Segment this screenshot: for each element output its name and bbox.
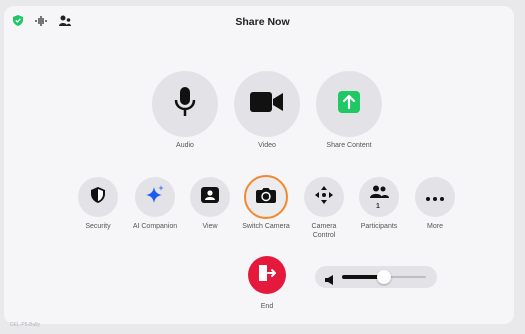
volume-slider[interactable] bbox=[342, 270, 426, 284]
exit-door-icon bbox=[258, 264, 277, 287]
more-button[interactable] bbox=[415, 177, 455, 217]
volume-knob[interactable] bbox=[377, 270, 391, 284]
participants-icon bbox=[369, 185, 389, 204]
end-label: End bbox=[260, 303, 274, 310]
person-card-icon bbox=[201, 186, 219, 208]
directional-arrows-icon bbox=[315, 185, 333, 209]
share-content-button[interactable] bbox=[316, 71, 382, 137]
shield-icon bbox=[91, 186, 105, 208]
security-button[interactable] bbox=[78, 177, 118, 217]
share-content-label: Share Content bbox=[326, 142, 372, 149]
end-button[interactable] bbox=[248, 256, 286, 294]
camera-control-button[interactable] bbox=[304, 177, 344, 217]
device-id: DEL-P5-Bully bbox=[10, 322, 41, 328]
camera-control-label: Camera Control bbox=[311, 223, 337, 239]
video-label: Video bbox=[258, 142, 276, 149]
ellipsis-icon bbox=[426, 188, 444, 206]
share-up-arrow-icon bbox=[338, 90, 360, 118]
speaker-icon bbox=[325, 272, 333, 290]
ai-companion-label: AI Companion bbox=[132, 223, 178, 230]
volume-control bbox=[315, 266, 437, 288]
audio-button[interactable] bbox=[152, 71, 218, 137]
more-label: More bbox=[427, 223, 443, 230]
participants-label: Participants bbox=[360, 223, 398, 230]
switch-camera-icon bbox=[256, 187, 276, 208]
participant-count-badge: 1 bbox=[376, 203, 380, 210]
switch-camera-label: Switch Camera bbox=[242, 223, 290, 230]
video-camera-icon bbox=[250, 91, 284, 118]
video-button[interactable] bbox=[234, 71, 300, 137]
view-button[interactable] bbox=[190, 177, 230, 217]
switch-camera-button[interactable] bbox=[244, 175, 288, 219]
ai-companion-button[interactable] bbox=[135, 177, 175, 217]
page-title: Share Now bbox=[235, 16, 290, 28]
sparkle-icon bbox=[145, 184, 165, 210]
audio-label: Audio bbox=[176, 142, 194, 149]
view-label: View bbox=[202, 223, 218, 230]
microphone-icon bbox=[174, 86, 196, 122]
participants-button[interactable]: 1 bbox=[359, 177, 399, 217]
security-label: Security bbox=[85, 223, 111, 230]
